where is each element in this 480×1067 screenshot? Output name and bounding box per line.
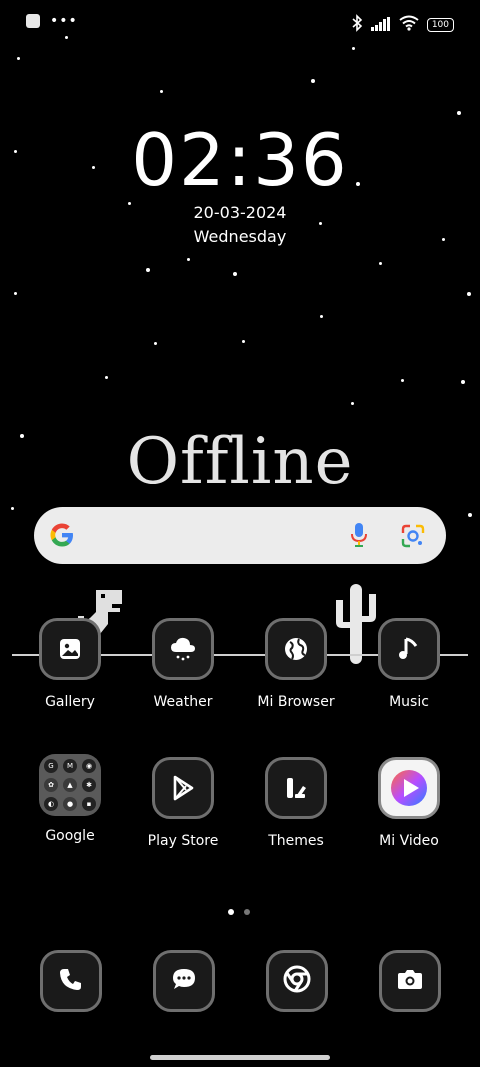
meet-icon: ▪ <box>82 797 96 811</box>
app-mi-video[interactable]: Mi Video <box>353 757 465 849</box>
status-bar-left: ••• <box>26 14 78 28</box>
mi-video-icon <box>378 757 440 819</box>
app-label: Mi Video <box>379 833 439 849</box>
clock-day: Wednesday <box>193 227 287 246</box>
messages-icon <box>171 966 197 996</box>
microphone-icon[interactable] <box>350 522 368 552</box>
page-indicator[interactable] <box>228 909 250 915</box>
bluetooth-icon <box>351 14 363 36</box>
drive-icon: ▲ <box>63 778 77 792</box>
google-icon: G <box>44 759 58 773</box>
clock-time[interactable]: 02:36 <box>0 118 480 202</box>
gallery-icon <box>39 618 101 680</box>
app-play-store[interactable]: Play Store <box>127 757 239 849</box>
maps-icon: ◉ <box>82 759 96 773</box>
pay-icon: ◐ <box>44 797 58 811</box>
page-dot-active <box>228 909 234 915</box>
app-label: Themes <box>268 833 324 849</box>
music-note-icon <box>378 618 440 680</box>
app-label: Play Store <box>147 833 219 849</box>
app-music[interactable]: Music <box>353 618 465 710</box>
app-label: Google <box>45 828 95 844</box>
wifi-icon <box>399 15 419 35</box>
google-logo-icon <box>48 521 76 553</box>
more-dots-icon: ••• <box>50 13 78 29</box>
dock-camera[interactable] <box>379 950 441 1012</box>
app-label: Weather <box>153 694 213 710</box>
google-lens-icon[interactable] <box>400 523 426 553</box>
dock-phone[interactable] <box>40 950 102 1012</box>
home-gesture-bar[interactable] <box>150 1055 330 1060</box>
folder-google[interactable]: G M ◉ ✿ ▲ ✱ ◐ ● ▪ Google <box>14 754 126 844</box>
clock-date: 20-03-2024 <box>193 203 287 222</box>
notification-square-icon <box>26 14 40 28</box>
dock-messages[interactable] <box>153 950 215 1012</box>
gmail-icon: M <box>63 759 77 773</box>
assistant-icon: ✱ <box>82 778 96 792</box>
play-games-icon: ● <box>63 797 77 811</box>
app-label: Gallery <box>45 694 95 710</box>
google-search-bar[interactable] <box>34 507 446 564</box>
photos-icon: ✿ <box>44 778 58 792</box>
weather-icon <box>152 618 214 680</box>
app-label: Music <box>389 694 429 710</box>
app-mi-browser[interactable]: Mi Browser <box>240 618 352 710</box>
chrome-icon <box>283 965 311 997</box>
app-weather[interactable]: Weather <box>127 618 239 710</box>
themes-icon <box>265 757 327 819</box>
phone-icon <box>58 966 84 996</box>
page-dot <box>244 909 250 915</box>
play-store-icon <box>152 757 214 819</box>
battery-icon: 100 <box>426 18 454 32</box>
camera-icon <box>397 968 423 994</box>
wallpaper-offline-text: Offline <box>126 425 354 499</box>
dock-chrome[interactable] <box>266 950 328 1012</box>
app-themes[interactable]: Themes <box>240 757 352 849</box>
status-bar-right: 100 <box>351 14 454 36</box>
folder-icon: G M ◉ ✿ ▲ ✱ ◐ ● ▪ <box>39 754 101 816</box>
browser-globe-icon <box>265 618 327 680</box>
signal-icon <box>370 16 391 35</box>
app-gallery[interactable]: Gallery <box>14 618 126 710</box>
app-label: Mi Browser <box>257 694 335 710</box>
